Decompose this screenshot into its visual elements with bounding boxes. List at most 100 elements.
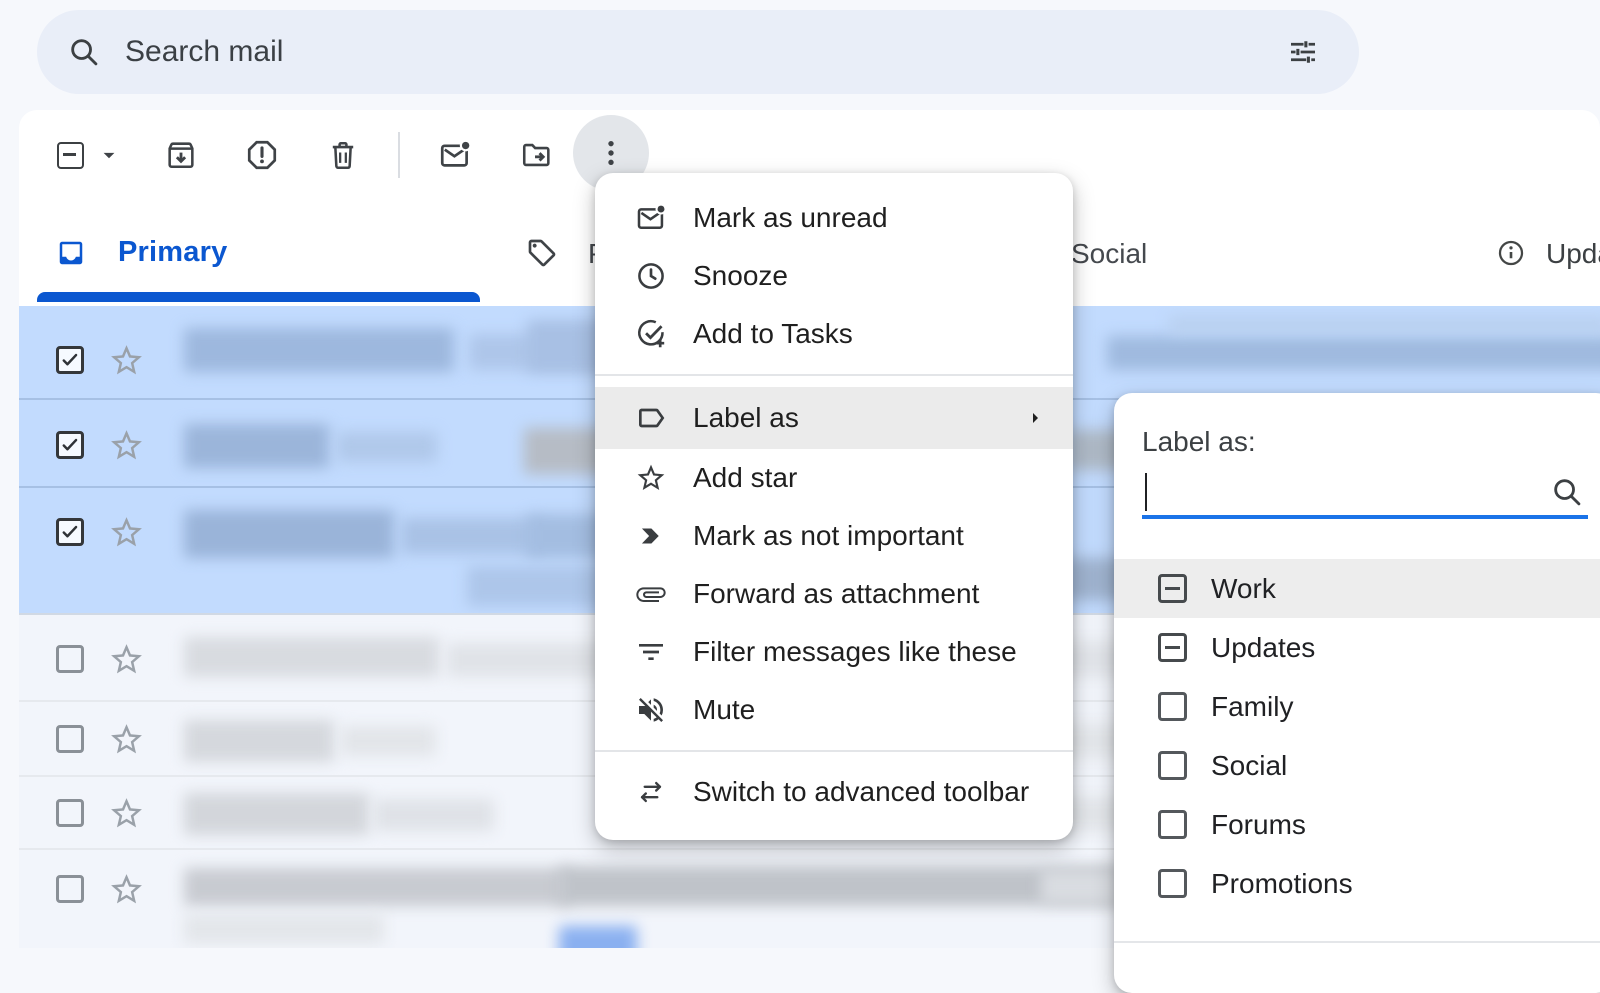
row-checkbox-empty[interactable] bbox=[56, 645, 84, 673]
menu-item-switch-to-advanced-toolbar[interactable]: Switch to advanced toolbar bbox=[595, 763, 1073, 821]
mark-unread-button[interactable] bbox=[438, 138, 472, 172]
label-option-promotions[interactable]: Promotions bbox=[1114, 854, 1600, 913]
star-icon[interactable] bbox=[108, 871, 145, 908]
menu-item-label: Forward as attachment bbox=[693, 578, 1073, 610]
more-vert-icon bbox=[594, 136, 628, 170]
label-option-name: Family bbox=[1211, 691, 1293, 723]
menu-divider bbox=[595, 750, 1073, 752]
menu-item-label: Mute bbox=[693, 694, 1073, 726]
menu-item-forward-as-attachment[interactable]: Forward as attachment bbox=[595, 565, 1073, 623]
menu-item-mark-as-unread[interactable]: Mark as unread bbox=[595, 189, 1073, 247]
caret-down-icon bbox=[96, 142, 122, 168]
menu-item-label: Label as bbox=[693, 402, 1023, 434]
row-checkbox-checked[interactable] bbox=[56, 518, 84, 546]
star-icon bbox=[635, 462, 667, 494]
redacted-text bbox=[341, 726, 436, 756]
move-to-button[interactable] bbox=[520, 138, 554, 172]
label-option-social[interactable]: Social bbox=[1114, 736, 1600, 795]
redacted-text bbox=[184, 510, 394, 558]
menu-item-label: Filter messages like these bbox=[693, 636, 1073, 668]
label-option-family[interactable]: Family bbox=[1114, 677, 1600, 736]
redacted-text bbox=[184, 720, 334, 762]
checkbox-empty-icon[interactable] bbox=[1158, 869, 1187, 898]
mute-icon bbox=[635, 694, 667, 726]
star-icon[interactable] bbox=[108, 514, 145, 551]
star-icon[interactable] bbox=[108, 427, 145, 464]
clock-icon bbox=[635, 260, 667, 292]
label-option-name: Forums bbox=[1211, 809, 1306, 841]
menu-item-label: Add to Tasks bbox=[693, 318, 1073, 350]
search-filters-icon[interactable] bbox=[1287, 36, 1319, 68]
move-to-folder-icon bbox=[520, 138, 554, 172]
menu-item-snooze[interactable]: Snooze bbox=[595, 247, 1073, 305]
filter-icon bbox=[635, 636, 667, 668]
redacted-text bbox=[559, 866, 1119, 906]
info-icon[interactable] bbox=[1496, 238, 1526, 268]
tab-updates-label[interactable]: Updates bbox=[1546, 238, 1600, 270]
row-checkbox-empty[interactable] bbox=[56, 725, 84, 753]
menu-item-label: Snooze bbox=[693, 260, 1073, 292]
redacted-text bbox=[1169, 316, 1600, 334]
menu-item-filter-messages-like-these[interactable]: Filter messages like these bbox=[595, 623, 1073, 681]
redacted-text bbox=[337, 432, 437, 462]
checkbox-indeterminate-icon bbox=[57, 142, 84, 169]
select-dropdown-button[interactable] bbox=[92, 138, 126, 172]
swap-icon bbox=[635, 776, 667, 808]
label-option-name: Social bbox=[1211, 750, 1287, 782]
menu-item-add-star[interactable]: Add star bbox=[595, 449, 1073, 507]
redacted-text bbox=[184, 868, 569, 906]
select-all-checkbox[interactable] bbox=[53, 138, 87, 172]
label-option-updates[interactable]: Updates bbox=[1114, 618, 1600, 677]
redacted-text bbox=[1107, 336, 1600, 370]
report-spam-button[interactable] bbox=[245, 138, 279, 172]
submenu-arrow-icon bbox=[1023, 406, 1047, 430]
label-search-input[interactable] bbox=[1142, 471, 1526, 511]
star-icon[interactable] bbox=[108, 721, 145, 758]
checkbox-empty-icon[interactable] bbox=[1158, 692, 1187, 721]
label-option-work[interactable]: Work bbox=[1114, 559, 1600, 618]
star-icon[interactable] bbox=[108, 641, 145, 678]
checkbox-empty-icon[interactable] bbox=[1158, 751, 1187, 780]
row-checkbox-checked[interactable] bbox=[56, 346, 84, 374]
redacted-text bbox=[184, 637, 439, 677]
label-menu-title: Label as: bbox=[1142, 425, 1600, 459]
row-checkbox-empty[interactable] bbox=[56, 799, 84, 827]
search-icon bbox=[67, 35, 101, 69]
tab-social-label[interactable]: Social bbox=[1071, 238, 1147, 270]
menu-item-label: Mark as unread bbox=[693, 202, 1073, 234]
redacted-text bbox=[184, 793, 369, 835]
delete-button[interactable] bbox=[326, 138, 360, 172]
checkbox-empty-icon[interactable] bbox=[1158, 810, 1187, 839]
menu-item-label-as[interactable]: Label as bbox=[595, 387, 1073, 449]
archive-button[interactable] bbox=[164, 138, 198, 172]
search-placeholder: Search mail bbox=[125, 35, 1287, 69]
promotions-tag-icon[interactable] bbox=[526, 237, 558, 269]
mark-unread-icon bbox=[438, 138, 472, 172]
menu-item-add-to-tasks[interactable]: Add to Tasks bbox=[595, 305, 1073, 363]
archive-icon bbox=[164, 138, 198, 172]
star-icon[interactable] bbox=[108, 342, 145, 379]
label-icon bbox=[635, 402, 667, 434]
search-bar[interactable]: Search mail bbox=[37, 10, 1359, 94]
checkbox-indeterminate-icon[interactable] bbox=[1158, 574, 1187, 603]
tab-primary[interactable]: Primary bbox=[56, 236, 227, 269]
checkbox-indeterminate-icon[interactable] bbox=[1158, 633, 1187, 662]
label-search-field[interactable] bbox=[1142, 469, 1588, 519]
label-option-forums[interactable]: Forums bbox=[1114, 795, 1600, 854]
label-option-name: Promotions bbox=[1211, 868, 1353, 900]
menu-item-mute[interactable]: Mute bbox=[595, 681, 1073, 739]
row-checkbox-empty[interactable] bbox=[56, 875, 84, 903]
attachment-icon bbox=[635, 578, 667, 610]
trash-icon bbox=[326, 138, 360, 172]
row-checkbox-checked[interactable] bbox=[56, 431, 84, 459]
add-task-icon bbox=[635, 318, 667, 350]
redacted-text bbox=[184, 914, 384, 944]
menu-divider bbox=[595, 374, 1073, 376]
menu-item-mark-as-not-important[interactable]: Mark as not important bbox=[595, 507, 1073, 565]
label-as-submenu: Label as: WorkUpdates Family Social Forums P… bbox=[1114, 393, 1600, 993]
gmail-window: Search mail Primary Promotions Social Up… bbox=[0, 0, 1600, 948]
star-icon[interactable] bbox=[108, 795, 145, 832]
label-menu-divider bbox=[1114, 941, 1600, 943]
redacted-text bbox=[401, 518, 541, 554]
redacted-text bbox=[559, 926, 637, 948]
